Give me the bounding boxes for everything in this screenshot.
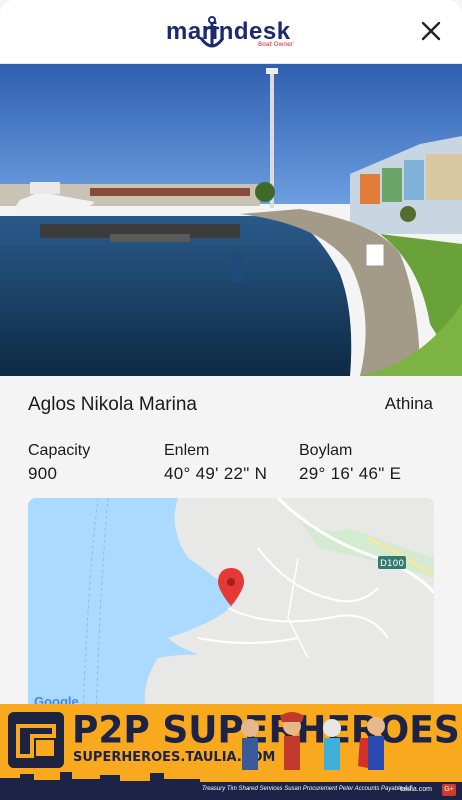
location-map[interactable]: D100 Google [28, 498, 434, 718]
ad-brand[interactable]: taulia.com [400, 786, 432, 793]
app-header: marindesk Boat Owner [0, 0, 462, 64]
close-icon[interactable] [420, 20, 442, 42]
marina-city: Athina [384, 394, 433, 413]
marindesk-logo: marindesk Boat Owner [166, 14, 296, 54]
anchor-icon [199, 16, 225, 48]
capacity-label: Capacity [28, 442, 91, 459]
longitude-value: 29° 16' 46" E [299, 464, 402, 483]
road-label: D100 [380, 559, 404, 569]
capacity-stat: Capacity 900 [28, 442, 90, 484]
longitude-label: Boylam [299, 442, 353, 459]
marina-name: Aglos Nikola Marina [28, 394, 197, 415]
ad-character-names: Treasury Tim Shared Services Susan Procu… [202, 786, 412, 792]
city-skyline-icon [0, 772, 200, 784]
capacity-value: 900 [28, 464, 58, 483]
google-plus-icon[interactable]: G+ [442, 784, 456, 796]
marina-photo [0, 64, 462, 376]
logo-subtitle: Boat Owner [258, 41, 294, 48]
ad-banner[interactable]: P2P SUPERHEROES SUPERHEROES.TAULIA.COM T… [0, 704, 462, 800]
longitude-stat: Boylam 29° 16' 46" E [299, 442, 401, 484]
latitude-stat: Enlem 40° 49' 22" N [164, 442, 267, 484]
taulia-logo-icon [8, 712, 64, 768]
latitude-label: Enlem [164, 442, 210, 459]
latitude-value: 40° 49' 22" N [164, 464, 268, 483]
